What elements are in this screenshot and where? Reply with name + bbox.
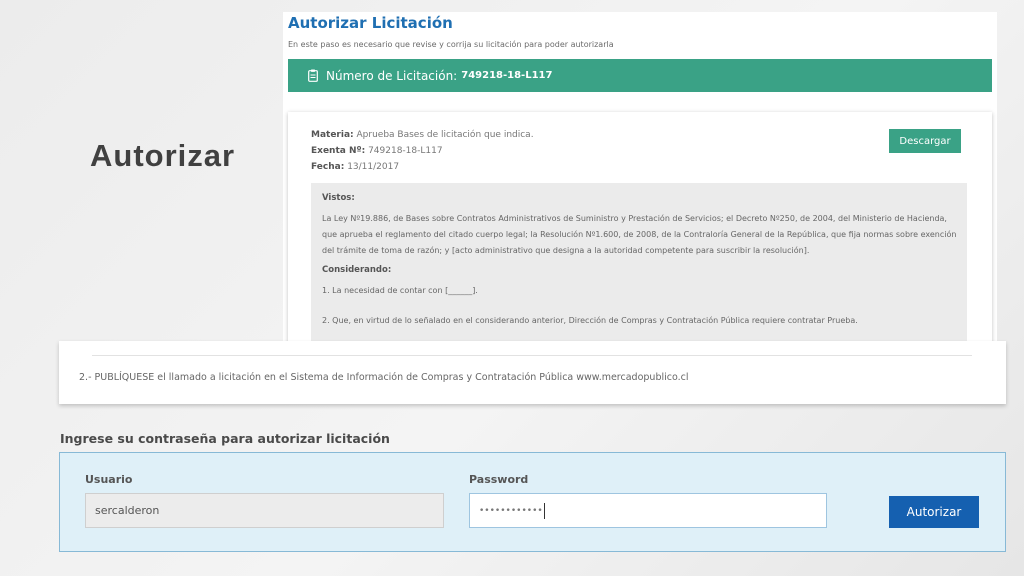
usuario-field[interactable]: sercalderon [85,493,444,528]
materia-value: Aprueba Bases de licitación que indica. [356,130,534,140]
password-label: Password [469,473,529,486]
exenta-value: 749218-18-L117 [368,146,443,156]
slide-title: Autorizar [90,138,236,173]
vistos-section: Vistos: La Ley Nº19.886, de Bases sobre … [311,183,967,344]
usuario-label: Usuario [85,473,133,486]
document-card: Materia: Aprueba Bases de licitación que… [288,112,992,344]
fecha-label: Fecha: [311,162,345,172]
considerando-item-2: 2. Que, en virtud de lo señalado en el c… [322,316,858,325]
materia-label: Materia: [311,130,354,140]
considerando-item-1: 1. La necesidad de contar con [______]. [322,286,478,295]
usuario-value: sercalderon [95,504,160,517]
login-heading: Ingrese su contraseña para autorizar lic… [60,431,390,446]
password-field[interactable]: •••••••••••• [469,493,827,528]
divider [92,355,972,356]
vistos-text: La Ley Nº19.886, de Bases sobre Contrato… [322,214,957,255]
download-button[interactable]: Descargar [889,129,961,153]
document-metadata: Materia: Aprueba Bases de licitación que… [311,127,534,175]
exenta-label: Exenta Nº: [311,146,366,156]
publiquese-text: 2.- PUBLÍQUESE el llamado a licitación e… [79,372,689,383]
vistos-heading: Vistos: [322,193,355,203]
licitacion-number-bar: Número de Licitación: 749218-18-L117 [288,59,992,92]
considerando-heading: Considerando: [322,265,392,275]
page-title: Autorizar Licitación [288,14,453,32]
clipboard-icon [308,69,318,82]
page-subtitle: En este paso es necesario que revise y c… [288,40,614,49]
password-value: •••••••••••• [479,505,543,516]
login-panel: Usuario sercalderon Password •••••••••••… [59,452,1006,552]
text-caret [543,502,545,519]
autorizar-button[interactable]: Autorizar [889,496,979,528]
licitacion-number-value: 749218-18-L117 [461,70,553,81]
document-review-screenshot: Autorizar Licitación En este paso es nec… [283,12,997,344]
licitacion-number-label: Número de Licitación: [326,68,458,83]
resolution-strip: 2.- PUBLÍQUESE el llamado a licitación e… [59,341,1006,404]
fecha-value: 13/11/2017 [347,162,400,172]
